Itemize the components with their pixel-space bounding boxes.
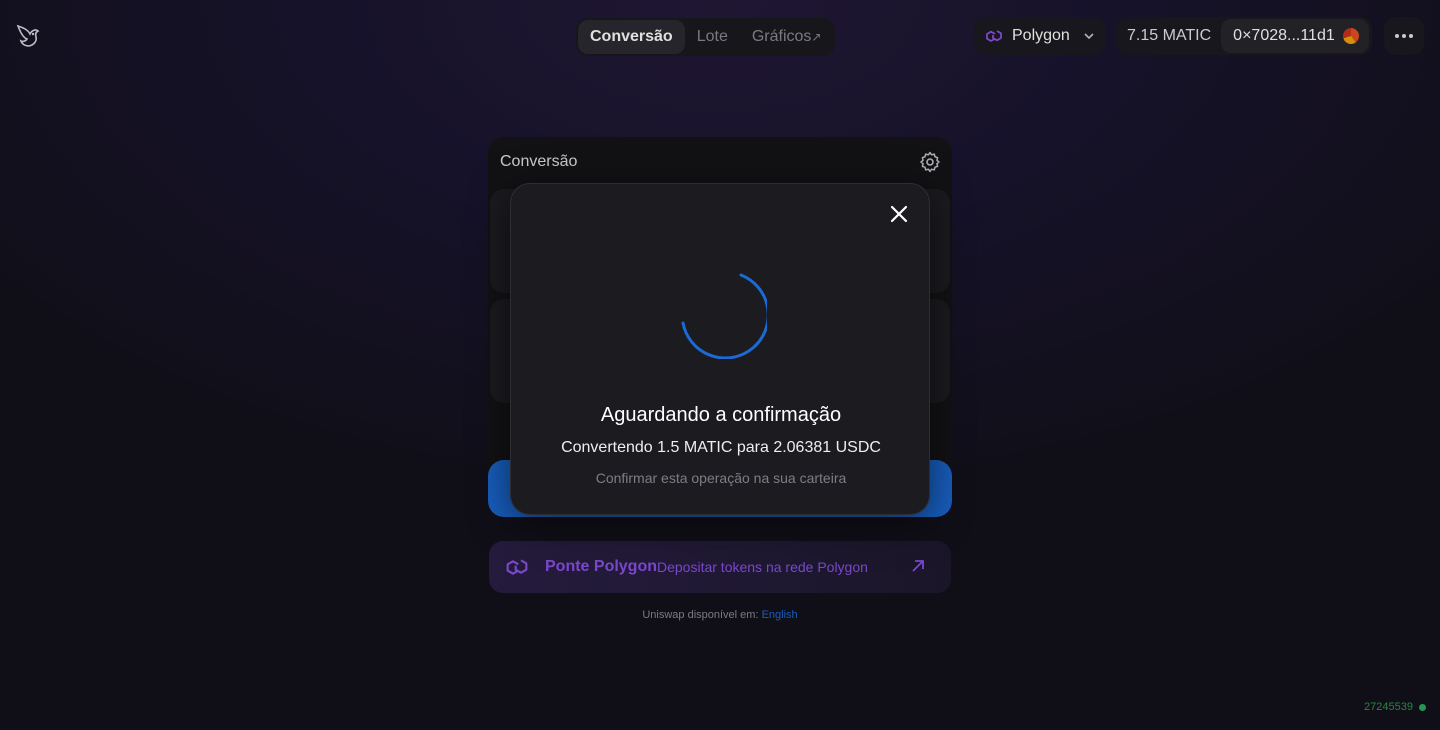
modal-subtitle: Convertendo 1.5 MATIC para 2.06381 USDC <box>561 439 881 456</box>
modal-hint: Confirmar esta operação na sua carteira <box>595 470 847 486</box>
loading-spinner-icon <box>681 273 767 359</box>
confirmation-modal: Aguardando a confirmação Convertendo 1.5… <box>510 183 930 515</box>
modal-title: Aguardando a confirmação <box>600 404 842 426</box>
close-icon[interactable] <box>887 202 911 226</box>
